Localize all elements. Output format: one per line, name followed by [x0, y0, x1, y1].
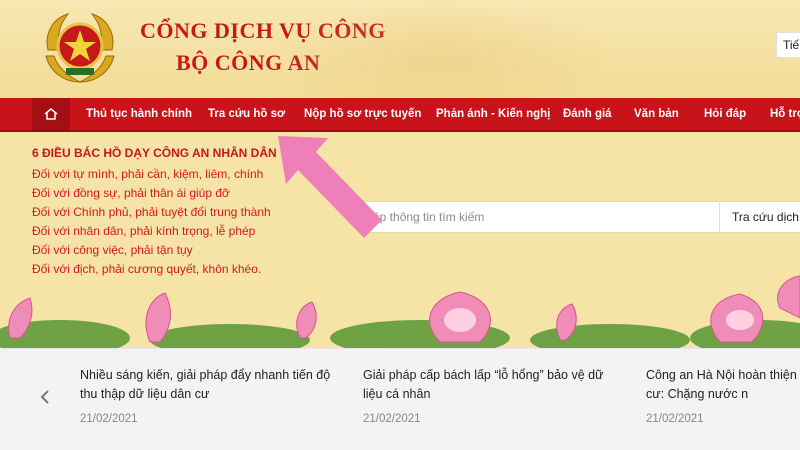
news-card[interactable]: Giải pháp cấp bách lấp “lỗ hổng” bảo vệ … — [363, 366, 625, 425]
portal-title: CỔNG DỊCH VỤ CÔNG — [140, 18, 386, 43]
home-icon — [44, 108, 58, 120]
news-card[interactable]: Nhiều sáng kiến, giải pháp đẩy nhanh tiế… — [80, 366, 342, 425]
search-bar: ập thông tin tìm kiếm Tra cứu dịch — [360, 201, 800, 233]
nav-item-ho-tro[interactable]: Hỗ trợ — [770, 98, 800, 130]
language-selector[interactable]: Tiế — [776, 32, 800, 58]
news-date: 21/02/2021 — [363, 413, 421, 425]
news-title[interactable]: Công an Hà Nội hoàn thiện gia về dân cư:… — [646, 366, 800, 404]
nav-item-hoi-dap[interactable]: Hỏi đáp — [704, 98, 746, 130]
news-card[interactable]: Công an Hà Nội hoàn thiện gia về dân cư:… — [646, 366, 800, 425]
nav-item-thu-tuc[interactable]: Thủ tục hành chính — [86, 98, 192, 130]
nav-home-button[interactable] — [32, 98, 70, 130]
nav-item-phan-anh[interactable]: Phản ánh - Kiến nghị — [436, 98, 550, 130]
police-emblem-logo[interactable] — [38, 10, 122, 86]
nav-item-van-ban[interactable]: Văn bản — [634, 98, 679, 130]
site-header: CỔNG DỊCH VỤ CÔNG BỘ CÔNG AN Tiế — [0, 0, 800, 98]
news-title[interactable]: Nhiều sáng kiến, giải pháp đẩy nhanh tiế… — [80, 366, 342, 404]
carousel-prev-button[interactable] — [36, 386, 54, 408]
search-service-button[interactable]: Tra cứu dịch — [719, 202, 800, 232]
nav-item-nop-ho-so[interactable]: Nộp hồ sơ trực tuyến — [304, 98, 421, 130]
news-date: 21/02/2021 — [646, 413, 704, 425]
ministry-title: BỘ CÔNG AN — [176, 50, 321, 75]
nav-item-danh-gia[interactable]: Đánh giá — [563, 98, 612, 130]
news-title[interactable]: Giải pháp cấp bách lấp “lỗ hổng” bảo vệ … — [363, 366, 625, 404]
chevron-left-icon — [40, 390, 49, 404]
nav-item-tra-cuu[interactable]: Tra cứu hồ sơ — [208, 98, 285, 130]
lotus-decoration — [0, 275, 800, 350]
main-nav: Thủ tục hành chính Tra cứu hồ sơ Nộp hồ … — [0, 98, 800, 132]
news-date: 21/02/2021 — [80, 413, 138, 425]
annotation-arrow — [278, 136, 382, 238]
